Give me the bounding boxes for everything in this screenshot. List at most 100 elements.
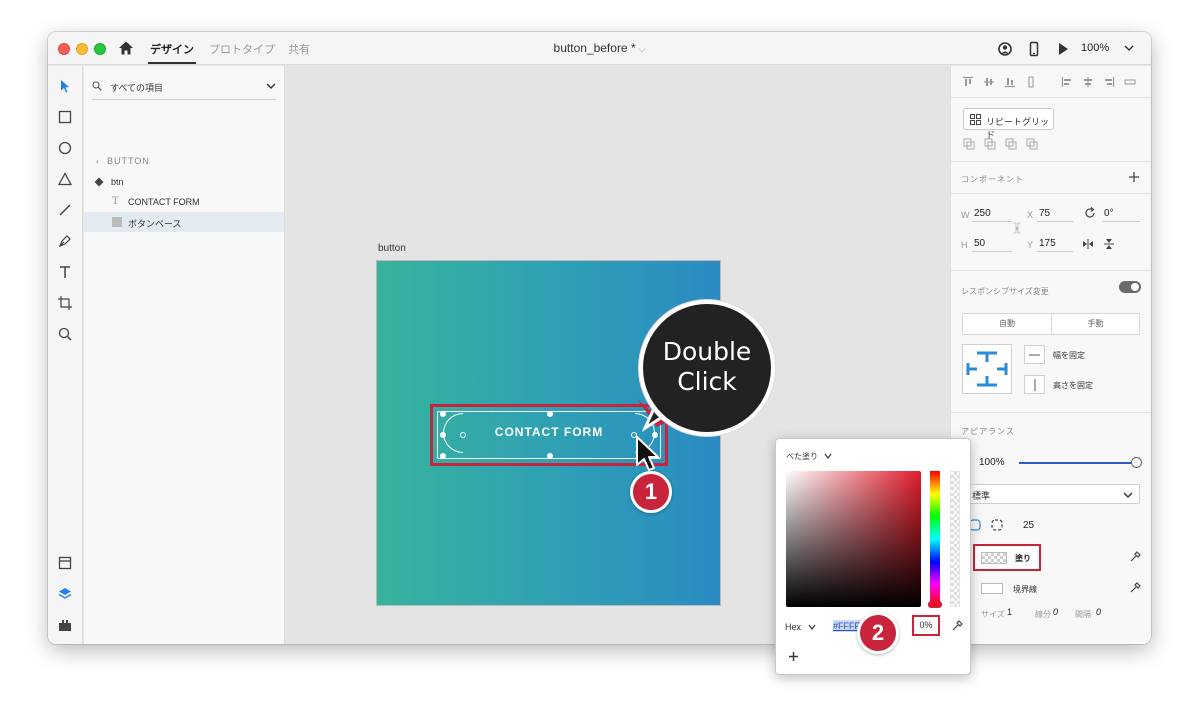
text-tool-icon[interactable] [57, 264, 73, 280]
line-tool-icon[interactable] [57, 202, 73, 218]
layer-item-button-base[interactable]: ボタンベース [84, 212, 284, 232]
rectangle-tool-icon[interactable] [57, 109, 73, 125]
lock-aspect-icon[interactable] [1011, 222, 1023, 234]
boolean-add-icon[interactable] [963, 138, 975, 150]
pen-tool-icon[interactable] [57, 233, 73, 249]
layer-filter-dropdown[interactable]: すべての項目 [92, 74, 276, 100]
corner-radius-handle[interactable] [460, 432, 466, 438]
device-preview-icon[interactable] [1025, 40, 1043, 58]
y-field[interactable]: 175 [1039, 238, 1056, 249]
opacity-slider-track[interactable] [1019, 462, 1136, 464]
appearance-title: アピアランス [961, 427, 1015, 436]
chevron-down-icon[interactable] [824, 453, 832, 459]
saturation-brightness-field[interactable] [786, 471, 921, 607]
boolean-intersect-icon[interactable] [1005, 138, 1017, 150]
fix-height-icon [1034, 379, 1036, 391]
flip-vertical-icon[interactable] [1103, 238, 1115, 250]
align-left-icon[interactable] [1061, 76, 1073, 88]
align-center-icon[interactable] [1082, 76, 1094, 88]
hue-slider[interactable] [930, 471, 940, 607]
select-tool-icon[interactable] [57, 78, 73, 94]
fix-height-toggle[interactable] [1024, 375, 1045, 394]
app-window: デザイン プロトタイプ 共有 button_before * ⌵ 100% すべ… [48, 32, 1151, 644]
layer-item-contact-form[interactable]: T CONTACT FORM [84, 192, 284, 212]
add-component-icon[interactable] [1128, 171, 1140, 183]
chevron-down-icon[interactable] [808, 624, 816, 630]
distribute-icon[interactable] [1025, 76, 1037, 88]
fill-label: 塗り [1015, 554, 1031, 563]
user-icon[interactable] [996, 40, 1014, 58]
hue-slider-knob[interactable] [928, 601, 942, 608]
assets-panel-icon[interactable] [57, 555, 73, 571]
fill-color-swatch[interactable] [981, 552, 1007, 564]
x-label: X [1027, 210, 1034, 220]
active-tab-indicator [148, 62, 196, 64]
fill-type-select[interactable]: べた塗り [786, 451, 818, 462]
align-top-icon[interactable] [962, 76, 974, 88]
plugins-panel-icon[interactable] [57, 617, 73, 633]
resize-handle[interactable] [440, 411, 446, 417]
rotate-icon [1085, 207, 1095, 218]
height-label: H [961, 240, 968, 250]
fix-height-label: 高さを固定 [1053, 381, 1093, 390]
alpha-slider[interactable] [950, 471, 960, 607]
repeat-grid-button[interactable]: リピートグリッド [963, 108, 1054, 140]
distribute-vertical-icon[interactable] [1124, 76, 1136, 88]
alpha-input[interactable]: 0% [912, 615, 940, 636]
chevron-down-icon[interactable] [1124, 44, 1134, 52]
opacity-value[interactable]: 100% [979, 457, 1005, 468]
fix-width-toggle[interactable] [1024, 345, 1045, 364]
field-underline [972, 221, 1012, 222]
artboard-tool-icon[interactable] [57, 295, 73, 311]
zoom-level[interactable]: 100% [1081, 42, 1109, 54]
eyedropper-icon[interactable] [1129, 582, 1141, 594]
layer-item-btn[interactable]: btn [84, 172, 284, 192]
constraints-widget[interactable] [962, 344, 1012, 394]
rotation-field[interactable]: 0° [1104, 208, 1114, 219]
flip-horizontal-icon[interactable] [1082, 238, 1094, 250]
document-title[interactable]: button_before * ⌵ [48, 41, 1151, 55]
x-field[interactable]: 75 [1039, 208, 1050, 219]
play-icon[interactable] [1054, 40, 1072, 58]
color-mode-select[interactable]: Hex [785, 622, 801, 632]
ellipse-tool-icon[interactable] [57, 140, 73, 156]
add-swatch-icon[interactable] [788, 651, 799, 662]
eyedropper-icon[interactable] [951, 620, 963, 632]
boolean-exclude-icon[interactable] [1026, 138, 1038, 150]
stroke-size-field[interactable]: 1 [1007, 607, 1012, 617]
resize-handle[interactable] [440, 432, 446, 438]
responsive-resize-toggle[interactable] [1119, 281, 1141, 293]
corner-radius-field[interactable]: 25 [1023, 520, 1034, 531]
dash-field[interactable]: 0 [1053, 607, 1058, 617]
fill-row[interactable]: 塗り [973, 544, 1041, 571]
polygon-tool-icon[interactable] [57, 171, 73, 187]
selected-button-group[interactable]: CONTACT FORM [430, 404, 668, 466]
eyedropper-icon[interactable] [1129, 551, 1141, 563]
gap-field[interactable]: 0 [1096, 607, 1101, 617]
layers-panel-icon[interactable] [57, 586, 73, 602]
double-click-callout: Double Click [639, 300, 775, 436]
divider [951, 161, 1151, 162]
boolean-subtract-icon[interactable] [984, 138, 996, 150]
align-bottom-icon[interactable] [1004, 76, 1016, 88]
responsive-manual-button[interactable]: 手動 [1051, 313, 1140, 335]
individual-radius-icon[interactable] [991, 519, 1003, 531]
zoom-tool-icon[interactable] [57, 326, 73, 342]
blend-mode-select[interactable]: 標準 [963, 484, 1140, 504]
height-field[interactable]: 50 [974, 238, 985, 249]
chevron-down-icon [266, 83, 276, 89]
resize-handle[interactable] [547, 453, 553, 459]
artboard-name[interactable]: button [378, 243, 406, 254]
border-color-swatch[interactable] [981, 583, 1003, 594]
layer-breadcrumb[interactable]: ‹ BUTTON [96, 156, 150, 166]
resize-handle[interactable] [440, 453, 446, 459]
align-middle-icon[interactable] [983, 76, 995, 88]
tool-bar [48, 66, 83, 644]
align-right-icon[interactable] [1103, 76, 1115, 88]
button-label[interactable]: CONTACT FORM [433, 425, 665, 439]
resize-handle[interactable] [547, 411, 553, 417]
opacity-slider-knob[interactable] [1131, 457, 1142, 468]
responsive-auto-button[interactable]: 自動 [962, 313, 1052, 335]
width-field[interactable]: 250 [974, 208, 991, 219]
component-section-title: コンポーネント [961, 175, 1024, 184]
